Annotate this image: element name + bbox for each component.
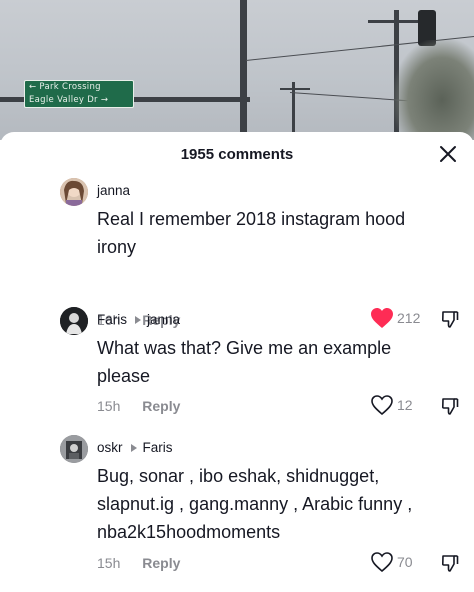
avatar[interactable] — [60, 178, 88, 206]
street-sign: ← Park Crossing Eagle Valley Dr → — [24, 80, 134, 108]
like-count: 70 — [397, 554, 413, 570]
comment-meta: 15h Reply — [97, 398, 180, 414]
street-sign-line-2: Eagle Valley Dr → — [29, 95, 109, 105]
like-count: 212 — [397, 310, 421, 326]
avatar[interactable] — [60, 307, 88, 335]
thumbs-down-icon[interactable] — [440, 309, 460, 329]
avatar-image-icon — [60, 307, 88, 335]
comment-username[interactable]: Faris janna — [97, 312, 180, 327]
thumbs-down-icon[interactable] — [440, 396, 460, 416]
comment-username[interactable]: oskr Faris — [97, 440, 173, 455]
like-button[interactable]: 12 — [370, 394, 413, 416]
street-sign-line-1: ← Park Crossing — [29, 82, 101, 92]
avatar[interactable] — [60, 435, 88, 463]
background-video-frame: ← Park Crossing Eagle Valley Dr → — [0, 0, 474, 140]
comment-text: What was that? Give me an example please — [97, 338, 392, 386]
comment-username[interactable]: janna — [97, 183, 130, 198]
signal-pole — [240, 0, 247, 140]
avatar-image-icon — [60, 178, 88, 206]
heart-filled-icon — [371, 308, 393, 328]
avatar-image-icon — [60, 435, 88, 463]
comment-count: 1955 comments — [180, 146, 294, 163]
like-button[interactable]: 70 — [370, 551, 413, 573]
username-text[interactable]: oskr — [97, 440, 123, 455]
comments-sheet: 1955 comments janna Real I remember 2018… — [0, 132, 474, 592]
comments-header: 1955 comments — [0, 132, 474, 176]
heart-outline-icon — [371, 552, 393, 573]
trees — [394, 40, 474, 140]
username-text[interactable]: janna — [97, 183, 130, 198]
comment-time: 15h — [97, 555, 121, 571]
comment-text: Real I remember 2018 instagram hood iron… — [97, 209, 406, 257]
reply-arrow-icon — [135, 315, 141, 324]
reply-button[interactable]: Reply — [142, 398, 180, 414]
like-count: 12 — [397, 397, 413, 413]
thumbs-down-icon[interactable] — [440, 553, 460, 573]
comment-text: Bug, sonar , ibo eshak, shidnugget, slap… — [97, 466, 413, 542]
comment-meta: 15h Reply — [97, 555, 180, 571]
comment-time: 15h — [97, 398, 121, 414]
utility-crossbar-far — [280, 88, 310, 90]
like-button[interactable]: 212 — [370, 307, 420, 329]
reply-button[interactable]: Reply — [142, 555, 180, 571]
reply-to-username[interactable]: Faris — [143, 440, 173, 455]
close-icon[interactable] — [436, 142, 460, 166]
reply-arrow-icon — [130, 443, 137, 452]
heart-outline-icon — [371, 395, 393, 416]
reply-to-username[interactable]: janna — [147, 312, 180, 327]
username-text[interactable]: Faris — [97, 312, 127, 327]
